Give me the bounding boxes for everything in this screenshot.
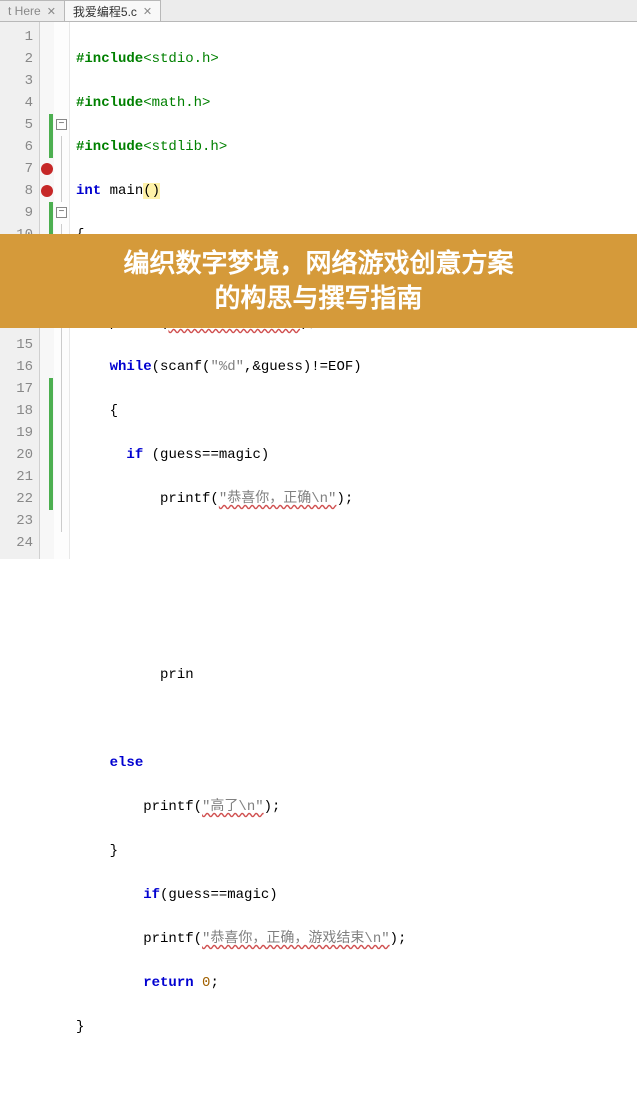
line-number: 9 bbox=[0, 202, 39, 224]
line-number: 15 bbox=[0, 334, 39, 356]
line-number: 3 bbox=[0, 70, 39, 92]
change-marker-icon bbox=[49, 444, 53, 466]
overlay-banner: 编织数字梦境，网络游戏创意方案 的构思与撰写指南 bbox=[0, 234, 637, 328]
overlay-line1: 编织数字梦境，网络游戏创意方案 bbox=[10, 246, 627, 281]
change-marker-icon bbox=[49, 136, 53, 158]
close-icon[interactable]: ✕ bbox=[143, 5, 152, 18]
close-icon[interactable]: ✕ bbox=[47, 5, 56, 18]
line-number: 5 bbox=[0, 114, 39, 136]
change-marker-icon bbox=[49, 488, 53, 510]
line-number: 22 bbox=[0, 488, 39, 510]
line-number: 7 bbox=[0, 158, 39, 180]
line-number: 8 bbox=[0, 180, 39, 202]
fold-minus-icon[interactable]: − bbox=[56, 207, 67, 218]
tab-bar: t Here ✕ 我爱编程5.c ✕ bbox=[0, 0, 637, 22]
line-number: 2 bbox=[0, 48, 39, 70]
line-number: 21 bbox=[0, 466, 39, 488]
line-number: 1 bbox=[0, 26, 39, 48]
fold-minus-icon[interactable]: − bbox=[56, 119, 67, 130]
change-marker-icon bbox=[49, 114, 53, 136]
change-marker-icon bbox=[49, 400, 53, 422]
tab-label: 我爱编程5.c bbox=[73, 3, 137, 20]
tab-inactive[interactable]: t Here ✕ bbox=[0, 0, 65, 21]
line-number: 20 bbox=[0, 444, 39, 466]
line-number: 4 bbox=[0, 92, 39, 114]
change-marker-icon bbox=[49, 378, 53, 400]
change-marker-icon bbox=[49, 422, 53, 444]
change-marker-icon bbox=[49, 202, 53, 224]
line-number: 18 bbox=[0, 400, 39, 422]
breakpoint-icon[interactable] bbox=[41, 185, 53, 197]
overlay-line2: 的构思与撰写指南 bbox=[10, 281, 627, 316]
line-number: 17 bbox=[0, 378, 39, 400]
breakpoint-icon[interactable] bbox=[41, 163, 53, 175]
tab-label: t Here bbox=[8, 4, 41, 18]
tab-active[interactable]: 我爱编程5.c ✕ bbox=[65, 0, 161, 21]
line-number: 16 bbox=[0, 356, 39, 378]
change-marker-icon bbox=[49, 466, 53, 488]
line-number: 19 bbox=[0, 422, 39, 444]
line-number: 23 bbox=[0, 510, 39, 532]
line-number: 24 bbox=[0, 532, 39, 554]
line-number: 6 bbox=[0, 136, 39, 158]
